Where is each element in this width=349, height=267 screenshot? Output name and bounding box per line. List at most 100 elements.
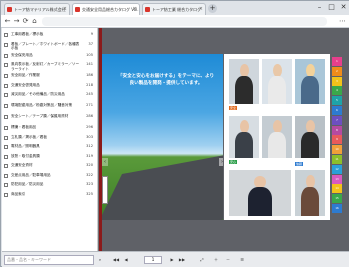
- toc-item-page: 271: [86, 103, 93, 107]
- tab-2[interactable]: 交通安全用品総合カタログ Vol. ×: [72, 3, 140, 15]
- search-input[interactable]: 品番・品名・キーワード: [4, 255, 94, 265]
- toc-item-page: 105: [86, 52, 93, 57]
- toc-item[interactable]: 安全保安用品 105: [4, 53, 96, 59]
- chapter-tab[interactable]: 4: [332, 86, 342, 96]
- checkbox-icon[interactable]: [4, 104, 8, 108]
- toc-item-page: 186: [86, 73, 93, 77]
- checkbox-icon[interactable]: [4, 33, 8, 37]
- fullscreen-icon[interactable]: ⤢: [198, 255, 206, 265]
- toc-item[interactable]: 商品索引 325: [4, 192, 96, 198]
- checkbox-icon[interactable]: [4, 63, 8, 67]
- toc-item[interactable]: 交通安全啓発用品 218: [4, 83, 96, 89]
- toc-item[interactable]: 減災用品／その他備品／防災用品 245: [4, 92, 96, 102]
- toolbar-button[interactable]: ▶: [168, 255, 176, 265]
- close-icon[interactable]: ×: [199, 4, 203, 15]
- toc-item-label: 環境配慮用品／粉塵対策品／騒音対策: [11, 103, 73, 107]
- menu-list-icon[interactable]: ☰: [238, 255, 246, 265]
- toc-item[interactable]: 安全シート／テープ類／保護用資材 286: [4, 114, 96, 124]
- chapter-tab[interactable]: 11: [332, 155, 342, 164]
- toc-item-page: 322: [86, 172, 93, 177]
- url-field[interactable]: [42, 17, 327, 26]
- next-page-button[interactable]: ›: [219, 158, 223, 166]
- toc-item[interactable]: 標識・看板用品 296: [4, 125, 96, 131]
- tab-3[interactable]: トーア紡工業 総合カタログ ×: [142, 3, 206, 15]
- checkbox-icon[interactable]: [4, 154, 8, 159]
- person-body: [247, 187, 273, 216]
- checkbox-icon[interactable]: [4, 135, 8, 140]
- chapter-tab[interactable]: 14: [332, 184, 342, 194]
- toc-item[interactable]: 電材品／照明器具 312: [4, 144, 96, 150]
- toc-item[interactable]: 交差点用品／駐車場用品 322: [4, 173, 96, 179]
- person-body: [268, 131, 286, 158]
- toc-item[interactable]: 風向表示板／反射灯／カーブミラー／ソーラーライト 141: [4, 62, 96, 72]
- checkbox-icon[interactable]: [4, 83, 8, 88]
- toc-item[interactable]: 防犯用品／防災用品 323: [4, 182, 96, 188]
- chapter-tab[interactable]: 1: [332, 57, 342, 66]
- zoom-out-icon[interactable]: －: [224, 255, 232, 265]
- checkbox-icon[interactable]: [4, 145, 8, 149]
- checkbox-icon[interactable]: [4, 183, 8, 187]
- address-bar: ← → ⟳ ⌂ ⋯: [1, 15, 349, 28]
- search-icon[interactable]: ⌕: [96, 255, 104, 265]
- toc-item-page: 325: [86, 191, 93, 196]
- checkbox-icon[interactable]: [4, 115, 8, 119]
- toc-item[interactable]: 安全用品／作業服 186: [4, 73, 96, 79]
- toc-item[interactable]: 環境配慮用品／粉塵対策品／騒音対策 271: [4, 103, 96, 113]
- toc-item[interactable]: 看板／プレート／ホワイトボード／各種表示板 37: [4, 42, 96, 52]
- checkbox-icon[interactable]: [4, 192, 8, 197]
- checkbox-icon[interactable]: [4, 126, 8, 130]
- forward-icon[interactable]: →: [12, 17, 21, 26]
- person-face: [305, 174, 315, 189]
- toc-item[interactable]: 放熱・取付金具類 319: [4, 154, 96, 160]
- spine-tab[interactable]: [102, 176, 108, 204]
- chapter-tab[interactable]: 6: [332, 106, 342, 115]
- checkbox-icon[interactable]: [4, 173, 8, 178]
- checkbox-icon[interactable]: [4, 53, 8, 58]
- chapter-tab[interactable]: 3: [332, 76, 342, 86]
- tab-title: トーア紡工業 総合カタログ: [152, 7, 202, 12]
- new-tab-button[interactable]: +: [208, 4, 217, 13]
- toc-item-page: 323: [86, 182, 93, 186]
- checkbox-icon[interactable]: [4, 74, 8, 78]
- person-face: [272, 63, 282, 77]
- checkbox-icon[interactable]: [4, 164, 8, 168]
- toc-item[interactable]: 交通安全資材 320: [4, 163, 96, 169]
- close-window-icon[interactable]: ✕: [339, 3, 348, 12]
- close-icon[interactable]: ×: [133, 4, 137, 15]
- chapter-tab[interactable]: 16: [332, 204, 342, 213]
- chapter-tab[interactable]: 10: [332, 145, 342, 155]
- home-icon[interactable]: ⌂: [30, 17, 39, 26]
- chapter-tab[interactable]: 13: [332, 174, 342, 184]
- menu-icon[interactable]: ⋯: [339, 17, 346, 26]
- chapter-tab[interactable]: 8: [332, 125, 342, 135]
- chapter-index-tabs: 1 2 3 4 5 6 7 8 9 10 11 12 13 14 15 16: [332, 57, 342, 215]
- checkbox-icon[interactable]: [4, 93, 8, 97]
- toc-item-page: 286: [86, 114, 93, 118]
- toolbar-button[interactable]: ▶▶: [178, 255, 186, 265]
- prev-page-button[interactable]: ‹: [102, 158, 108, 166]
- person-body: [268, 76, 286, 104]
- reload-icon[interactable]: ⟳: [21, 17, 30, 26]
- toc-item[interactable]: 工事用看板／標示板 9: [4, 32, 96, 38]
- chapter-tab[interactable]: 5: [332, 96, 342, 106]
- toc-item[interactable]: 立札類／掲示板／看板 303: [4, 135, 96, 141]
- minimize-icon[interactable]: –: [315, 3, 324, 12]
- toc-item-page: 320: [86, 163, 93, 167]
- page-number-field[interactable]: 1: [144, 256, 162, 264]
- close-icon[interactable]: ×: [63, 4, 67, 15]
- tab-1[interactable]: トーア紡マテリアル株式会社 ×: [4, 3, 70, 15]
- zoom-in-icon[interactable]: ＋: [212, 255, 220, 265]
- photo-worker: [229, 59, 259, 104]
- chapter-tab[interactable]: 9: [332, 135, 342, 145]
- back-icon[interactable]: ←: [3, 17, 12, 26]
- photo-driver: [295, 116, 325, 158]
- maximize-icon[interactable]: □: [327, 3, 336, 12]
- checkbox-icon[interactable]: [4, 42, 8, 47]
- toolbar-button[interactable]: ◀◀: [112, 255, 120, 265]
- chapter-tab[interactable]: 2: [332, 66, 342, 76]
- chapter-tab[interactable]: 15: [332, 194, 342, 204]
- person-face: [239, 120, 249, 133]
- toolbar-button[interactable]: ◀: [122, 255, 130, 265]
- chapter-tab[interactable]: 12: [332, 164, 342, 174]
- chapter-tab[interactable]: 7: [332, 115, 342, 125]
